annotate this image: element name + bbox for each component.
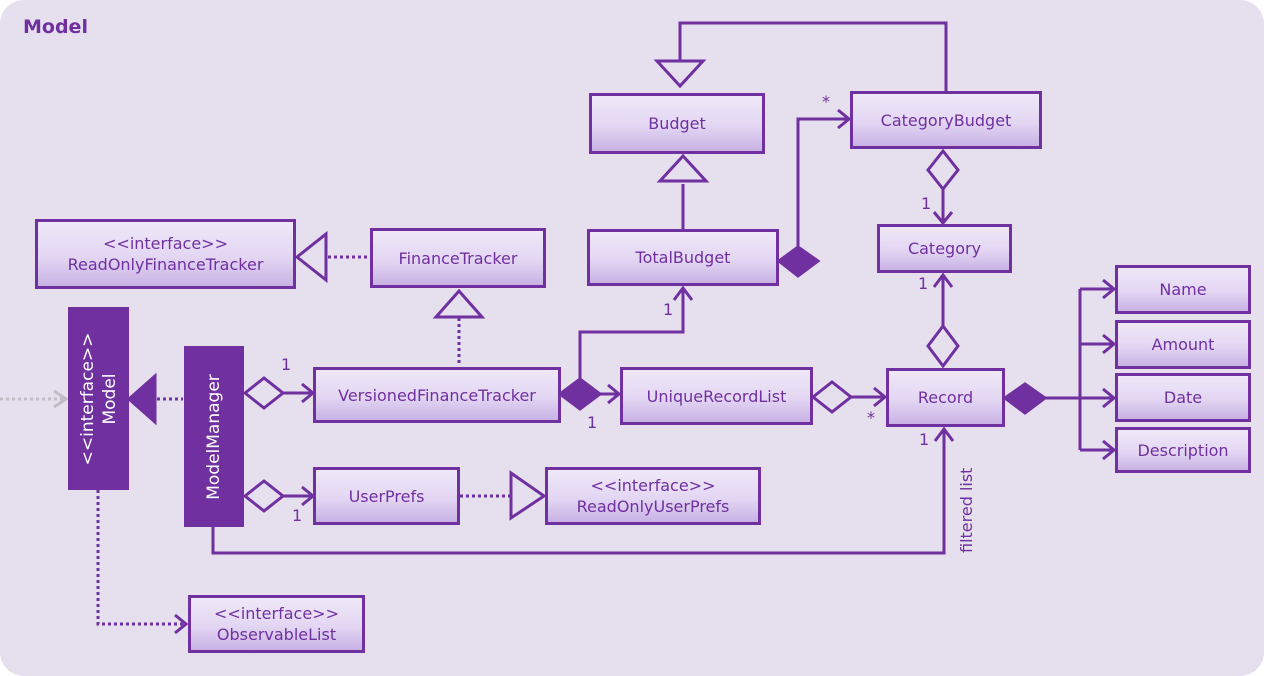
class-category[interactable]: Category [877, 224, 1012, 273]
class-user-prefs[interactable]: UserPrefs [313, 467, 460, 525]
class-unique-record-list[interactable]: UniqueRecordList [620, 367, 813, 425]
vft-generalization-triangle [432, 288, 486, 319]
multiplicity-label: 1 [281, 355, 292, 374]
class-name: ModelManager [204, 373, 224, 500]
ft-realization-triangle [294, 230, 328, 284]
class-date[interactable]: Date [1115, 373, 1251, 422]
stereotype-label: <<interface>> [77, 332, 98, 465]
uml-diagram: Model <<interface>> ReadOnlyFinanceTrack… [0, 0, 1264, 676]
class-name: Name [1159, 280, 1207, 299]
cb-generalization-line [678, 21, 948, 92]
filtered-list-label: filtered list [957, 467, 976, 553]
class-amount[interactable]: Amount [1115, 320, 1251, 369]
mm-realization-triangle [126, 372, 157, 426]
class-name: TotalBudget [635, 248, 731, 267]
mm-vft-diamond [242, 376, 286, 410]
model-observablelist-line [96, 490, 185, 626]
class-category-budget[interactable]: CategoryBudget [850, 91, 1042, 149]
class-description[interactable]: Description [1115, 427, 1251, 473]
class-name: Description [1137, 440, 1229, 460]
class-budget[interactable]: Budget [589, 93, 765, 154]
vft-url-diamond [557, 377, 603, 411]
url-record-diamond [810, 380, 854, 414]
class-name: CategoryBudget [880, 110, 1012, 130]
userprefs-realization-triangle [509, 470, 547, 521]
class-name: FinanceTracker [398, 248, 518, 268]
class-read-only-finance-tracker[interactable]: <<interface>> ReadOnlyFinanceTracker [35, 219, 296, 289]
cb-category-diamond [926, 148, 960, 192]
class-name: ObservableList [216, 625, 337, 644]
record-category-diamond [926, 323, 960, 369]
multiplicity-label: 1 [918, 274, 929, 293]
class-name: Budget [648, 114, 706, 133]
stereotype-label: <<interface>> [103, 234, 228, 253]
class-name: VersionedFinanceTracker [338, 385, 536, 405]
class-finance-tracker[interactable]: FinanceTracker [370, 228, 546, 288]
multiplicity-label: 1 [587, 413, 598, 432]
class-total-budget[interactable]: TotalBudget [587, 229, 779, 286]
class-name: Amount [1151, 335, 1215, 354]
mm-userprefs-diamond [242, 479, 286, 513]
interface-model-text: <<interface>> Model [77, 332, 121, 465]
stereotype-label: <<interface>> [214, 604, 339, 623]
tb-generalization-triangle [656, 153, 710, 183]
multiplicity-label: 1 [292, 506, 303, 525]
class-name: UserPrefs [348, 486, 425, 506]
class-observable-list[interactable]: <<interface>> ObservableList [188, 595, 365, 653]
multiplicity-label: 1 [921, 194, 932, 213]
multiplicity-label: 1 [919, 430, 930, 449]
class-name-field[interactable]: Name [1115, 265, 1251, 314]
class-name: ReadOnlyFinanceTracker [67, 255, 264, 274]
class-name: Category [907, 239, 982, 258]
class-read-only-user-prefs[interactable]: <<interface>> ReadOnlyUserPrefs [545, 467, 761, 525]
cb-generalization-triangle [653, 59, 707, 89]
class-record[interactable]: Record [886, 368, 1005, 427]
record-fields-diamond [1002, 382, 1048, 415]
class-versioned-finance-tracker[interactable]: VersionedFinanceTracker [313, 367, 561, 423]
multiplicity-label: * [867, 408, 875, 427]
class-name: Model [99, 372, 120, 425]
class-model-manager[interactable]: ModelManager [184, 346, 244, 527]
class-name: ReadOnlyUserPrefs [576, 497, 730, 516]
multiplicity-label: 1 [663, 300, 674, 319]
tb-cb-line [796, 117, 848, 247]
class-name: Date [1163, 388, 1203, 407]
interface-model[interactable]: <<interface>> Model [68, 307, 129, 490]
multiplicity-label: * [822, 92, 830, 111]
class-name: Record [917, 388, 974, 407]
class-name: UniqueRecordList [646, 386, 787, 406]
tb-cb-diamond [776, 245, 821, 278]
stereotype-label: <<interface>> [590, 476, 716, 495]
